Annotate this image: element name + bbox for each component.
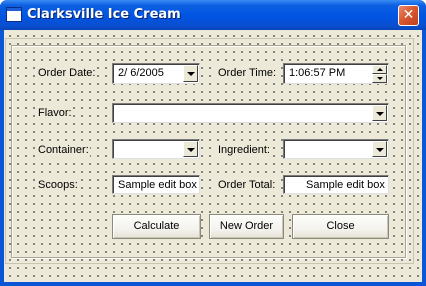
order-total-label: Order Total: — [217, 179, 277, 192]
title-bar[interactable]: Clarksville Ice Cream ✕ — [0, 0, 426, 30]
order-time-label: Order Time: — [217, 67, 278, 80]
order-total-field[interactable]: Sample edit box — [283, 175, 389, 194]
flavor-label: Flavor: — [37, 107, 73, 120]
app-window: Clarksville Ice Cream ✕ Order Date: 2/ 6… — [0, 0, 426, 286]
container-dropdown[interactable] — [112, 139, 200, 159]
order-total-value: Sample edit box — [306, 179, 385, 191]
window-title: Clarksville Ice Cream — [27, 7, 181, 22]
ingredient-label: Ingredient: — [217, 144, 271, 157]
calculate-button[interactable]: Calculate — [112, 214, 201, 239]
order-date-value: 2/ 6/2005 — [118, 67, 164, 79]
order-time-picker[interactable]: 1:06:57 PM — [283, 63, 389, 84]
time-spinner — [372, 65, 387, 83]
chevron-down-icon[interactable] — [183, 141, 198, 157]
chevron-down-icon[interactable] — [372, 141, 387, 157]
close-window-button[interactable]: ✕ — [398, 5, 419, 26]
chevron-down-icon[interactable] — [183, 65, 198, 82]
order-time-value: 1:06:57 PM — [289, 67, 346, 79]
window-icon — [6, 7, 22, 22]
scoops-label: Scoops: — [37, 179, 79, 192]
scoops-value: Sample edit box — [118, 179, 197, 191]
scoops-field[interactable]: Sample edit box — [112, 175, 200, 194]
close-button[interactable]: Close — [292, 214, 389, 239]
chevron-down-icon[interactable] — [372, 105, 387, 121]
flavor-dropdown[interactable] — [112, 103, 389, 123]
order-date-picker[interactable]: 2/ 6/2005 — [112, 63, 200, 84]
spin-up-icon[interactable] — [372, 65, 387, 74]
spin-down-icon[interactable] — [372, 74, 387, 83]
close-icon: ✕ — [402, 7, 415, 23]
order-date-label: Order Date: — [37, 67, 97, 80]
ingredient-dropdown[interactable] — [283, 139, 389, 159]
container-label: Container: — [37, 144, 90, 157]
new-order-button[interactable]: New Order — [209, 214, 284, 239]
